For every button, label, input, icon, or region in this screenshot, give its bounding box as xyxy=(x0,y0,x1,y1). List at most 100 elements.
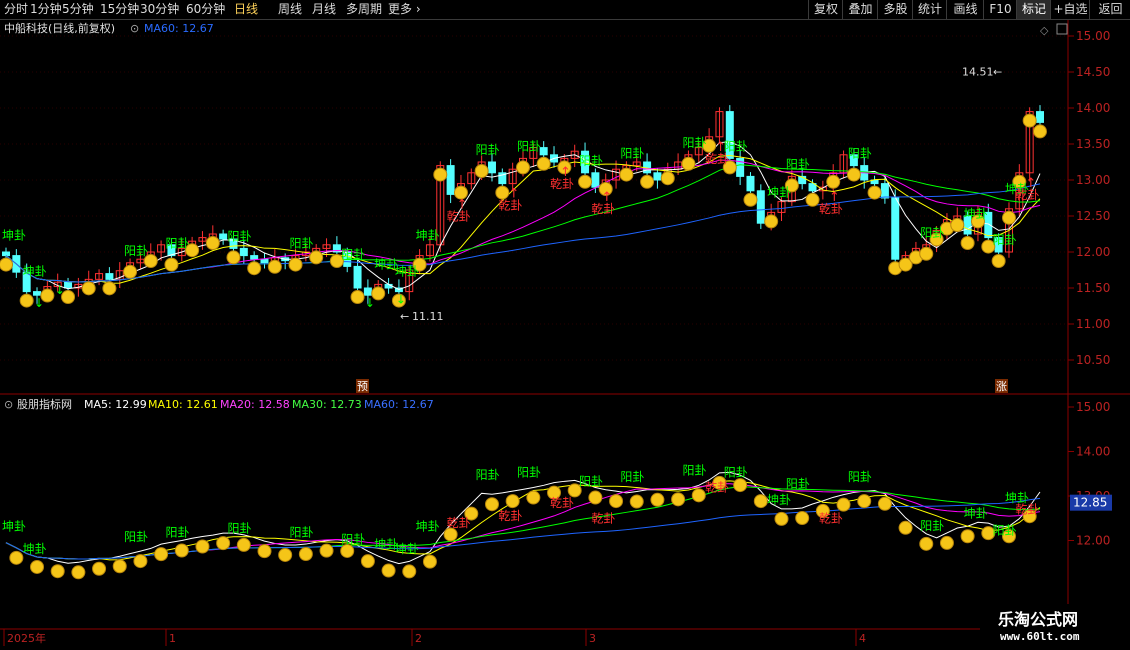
smiley-icon xyxy=(433,167,448,182)
down-arrow-icon: ↓ xyxy=(365,296,375,310)
toolbar-button-3[interactable]: 统计 xyxy=(912,0,947,19)
smiley-icon xyxy=(443,527,458,542)
up-arrow-icon: ↑ xyxy=(560,165,571,180)
smiley-icon xyxy=(0,257,13,272)
toolbar-button-8[interactable]: 返回 xyxy=(1089,0,1130,19)
smiley-icon xyxy=(30,559,45,574)
smiley-icon xyxy=(247,261,262,276)
period-tab-10[interactable]: 更多 › xyxy=(388,1,421,18)
main-y-label-4: 13.00 xyxy=(1076,173,1110,187)
smiley-icon xyxy=(671,492,686,507)
yang-signal: 阳卦 xyxy=(620,470,644,484)
date-label-0: 2025年 xyxy=(7,631,46,645)
high-arrow-icon: ← xyxy=(993,65,1002,78)
yang-signal: 阳卦 xyxy=(786,157,810,171)
smiley-icon xyxy=(205,236,220,250)
qian-signal: 乾卦 xyxy=(1015,503,1039,517)
high-price-label: 14.51 xyxy=(962,65,994,78)
watermark-url: www.60lt.com xyxy=(1000,630,1080,643)
smiley-icon xyxy=(619,167,634,182)
smiley-icon xyxy=(474,164,489,178)
main-y-label-7: 11.50 xyxy=(1076,281,1110,295)
period-tab-0[interactable]: 分时 xyxy=(4,1,28,18)
smiley-icon xyxy=(919,246,934,261)
qian-signal: 乾卦 xyxy=(550,496,574,510)
period-tab-3[interactable]: 15分钟 xyxy=(100,1,139,18)
candle-body xyxy=(363,287,372,296)
candle-body xyxy=(219,233,228,240)
period-tab-9[interactable]: 多周期 xyxy=(346,1,382,18)
smiley-icon xyxy=(133,554,148,569)
smiley-icon xyxy=(743,192,758,207)
smiley-icon xyxy=(195,539,210,554)
date-label-3: 3 xyxy=(589,632,596,645)
yang-signal: 阳卦 xyxy=(341,247,365,261)
qian-signal: 乾卦 xyxy=(819,511,843,525)
candle-body xyxy=(239,247,248,257)
smiley-icon xyxy=(278,547,293,562)
smiley-icon xyxy=(164,257,179,272)
period-tab-5[interactable]: 60分钟 xyxy=(186,1,225,18)
candle-body xyxy=(260,258,269,264)
smiley-icon xyxy=(681,156,696,171)
smiley-icon xyxy=(112,559,127,574)
period-tab-8[interactable]: 月线 xyxy=(312,1,336,18)
smiley-icon xyxy=(1022,113,1037,128)
smiley-icon xyxy=(236,537,251,552)
smiley-icon xyxy=(50,564,65,579)
smiley-icon xyxy=(939,535,954,550)
yang-signal: 阳卦 xyxy=(579,475,603,489)
date-label-1: 1 xyxy=(169,632,176,645)
period-tab-6[interactable]: 日线 xyxy=(234,1,258,18)
kun-signal: 坤卦 xyxy=(416,519,440,534)
smiley-icon xyxy=(505,494,520,509)
smiley-icon xyxy=(691,488,706,503)
kun-signal: 坤卦 xyxy=(395,541,419,556)
candle-body xyxy=(591,172,600,188)
up-arrow-icon: ↑ xyxy=(1025,176,1036,191)
yang-signal: 阳卦 xyxy=(165,526,189,540)
date-label-2: 2 xyxy=(415,632,422,645)
smiley-icon xyxy=(857,494,872,509)
toolbar-button-2[interactable]: 多股 xyxy=(877,0,913,19)
sub-ma20-label: MA20: 12.58 xyxy=(220,398,290,411)
toolbar-button-5[interactable]: F10 xyxy=(983,0,1017,19)
smiley-icon xyxy=(226,250,241,265)
indicator-dropdown-icon[interactable]: ⊙ xyxy=(4,398,13,412)
candle-body xyxy=(353,265,362,289)
period-tab-7[interactable]: 周线 xyxy=(278,1,302,18)
yang-signal: 阳卦 xyxy=(682,463,706,477)
toolbar-button-7[interactable]: +自选 xyxy=(1050,0,1090,19)
candle-body xyxy=(539,147,548,156)
kun-signal: 坤卦 xyxy=(23,541,47,556)
smiley-icon xyxy=(867,185,882,200)
ma-dropdown-icon[interactable]: ⊙ xyxy=(130,22,139,36)
toolbar-button-4[interactable]: 画线 xyxy=(946,0,984,19)
period-tab-2[interactable]: 5分钟 xyxy=(62,1,94,18)
qian-signal: 乾卦 xyxy=(705,480,729,494)
up-arrow-icon: ↑ xyxy=(715,140,726,155)
main-y-label-3: 13.50 xyxy=(1076,137,1110,151)
up-arrow-icon: ↑ xyxy=(601,190,612,205)
period-tab-4[interactable]: 30分钟 xyxy=(140,1,179,18)
smiley-icon xyxy=(526,490,541,505)
yang-signal: 阳卦 xyxy=(682,136,706,150)
period-tab-1[interactable]: 1分钟 xyxy=(30,1,62,18)
smiley-icon xyxy=(960,529,975,544)
candle-body xyxy=(105,273,114,280)
watermark: 乐淘公式网 www.60lt.com xyxy=(980,604,1130,650)
smiley-icon xyxy=(578,174,593,189)
smiley-icon xyxy=(991,254,1006,268)
toolbar: 分时 1分钟 5分钟 15分钟 30分钟 60分钟 日线 周线 月线 多周期 更多 › 复权 叠加 多股统… xyxy=(0,0,1130,20)
toolbar-button-0[interactable]: 复权 xyxy=(808,0,843,19)
watermark-title: 乐淘公式网 xyxy=(998,610,1079,629)
candle-body xyxy=(891,197,900,260)
yang-signal: 阳卦 xyxy=(517,466,541,480)
candle-body xyxy=(64,281,73,289)
toolbar-button-6[interactable]: 标记 xyxy=(1016,0,1051,19)
up-arrow-icon: ↑ xyxy=(457,197,468,212)
yang-signal: 阳卦 xyxy=(124,244,148,258)
down-arrow-icon: ↓ xyxy=(34,296,44,310)
kun-signal: 坤卦 xyxy=(416,228,440,243)
toolbar-button-1[interactable]: 叠加 xyxy=(842,0,878,19)
